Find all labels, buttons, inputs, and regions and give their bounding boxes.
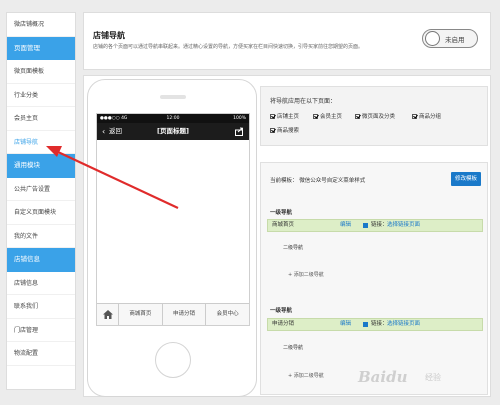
add-submenu-link[interactable]: + 添加二级导航 [288, 271, 324, 278]
select-link-page[interactable]: 选择链接页面 [387, 319, 420, 330]
checkbox-micro-pages[interactable]: 微页面及分类 [355, 112, 395, 120]
sidebar-item-shop-info[interactable]: 店铺信息 [7, 272, 75, 295]
checkbox-label: 店铺主页 [277, 114, 300, 120]
delete-icon[interactable] [363, 322, 368, 327]
toggle-label: 未启用 [445, 36, 465, 44]
checkbox-icon[interactable] [412, 113, 417, 119]
link-label: 链接： [371, 222, 388, 228]
menu-heading: 一级导航 [270, 210, 293, 216]
sidebar-item-ad-settings[interactable]: 公共广告设置 [7, 178, 75, 201]
checkbox-icon[interactable] [270, 127, 275, 133]
edit-link[interactable]: 编辑 [340, 319, 351, 330]
phone-page-title: [页面标题] [157, 127, 189, 135]
checkbox-product-search[interactable]: 商品搜索 [270, 126, 299, 134]
sidebar-section-shop-info[interactable]: 店铺信息 [7, 248, 75, 272]
baidu-watermark-logo: Baidu [358, 368, 408, 386]
toggle-knob [425, 31, 440, 46]
phone-preview: ●●●○○ 4G 12:00 100% ‹ 返回 [页面标题] 商城首页 申请分… [87, 79, 257, 397]
enable-toggle[interactable]: 未启用 [422, 29, 478, 48]
sidebar-item-page-templates[interactable]: 微页面模板 [7, 60, 75, 84]
checkbox-label: 微页面及分类 [362, 114, 396, 120]
checkbox-label: 商品搜索 [277, 128, 300, 134]
submenu-heading: 二级导航 [283, 245, 304, 251]
menu-heading: 一级导航 [270, 308, 293, 314]
home-icon[interactable] [97, 304, 119, 325]
checkbox-label: 商品分组 [419, 114, 442, 120]
checkbox-icon[interactable] [355, 113, 360, 119]
sidebar-section-common-modules[interactable]: 通用模块 [7, 154, 75, 178]
apply-pages-title: 将导航应用在以下页面： [270, 98, 337, 105]
share-icon[interactable] [235, 123, 244, 147]
phone-speaker [160, 95, 186, 99]
checkbox-shop-home[interactable]: 店铺主页 [270, 112, 299, 120]
phone-navbar: ‹ 返回 [页面标题] [97, 123, 249, 140]
delete-icon[interactable] [363, 223, 368, 228]
apply-pages-panel: 将导航应用在以下页面： 店铺主页 会员主页 微页面及分类 商品分组 商品搜索 [260, 86, 488, 146]
phone-bottom-nav: 商城首页 申请分销 会员中心 [97, 303, 249, 325]
modify-template-button[interactable]: 修改模板 [451, 172, 481, 186]
menu-name: 申请分销 [272, 321, 295, 327]
current-template-label: 当前模板： 微信公众号自定义菜单样式 [270, 178, 366, 184]
sidebar: 微店铺概况 页面管理 微页面模板 行业分类 会员主页 店铺导航 通用模块 公共广… [6, 12, 76, 390]
main-panel: ●●●○○ 4G 12:00 100% ‹ 返回 [页面标题] 商城首页 申请分… [83, 75, 491, 397]
page-header: 店铺导航 店铺的各个页面可以通过导航串联起来。通过精心设置的导航，方便买家在栏目… [83, 12, 491, 70]
page-description: 店铺的各个页面可以通过导航串联起来。通过精心设置的导航，方便买家在栏目间快速切换… [93, 44, 364, 50]
submenu-heading: 二级导航 [283, 345, 304, 351]
bottom-nav-item[interactable]: 商城首页 [119, 304, 163, 325]
sidebar-item-stores[interactable]: 门店管理 [7, 319, 75, 342]
phone-screen: ●●●○○ 4G 12:00 100% ‹ 返回 [页面标题] 商城首页 申请分… [96, 113, 250, 326]
link-label: 链接： [371, 321, 388, 327]
select-link-page[interactable]: 选择链接页面 [387, 220, 420, 231]
checkbox-icon[interactable] [313, 113, 318, 119]
sidebar-item-logistics[interactable]: 物流配置 [7, 342, 75, 366]
sidebar-section-page-management[interactable]: 页面管理 [7, 36, 75, 60]
sidebar-item-custom-modules[interactable]: 自定义页面模块 [7, 201, 75, 225]
edit-link[interactable]: 编辑 [340, 220, 351, 231]
sidebar-item-industry[interactable]: 行业分类 [7, 84, 75, 107]
checkbox-member-home[interactable]: 会员主页 [313, 112, 342, 120]
bottom-nav-item[interactable]: 会员中心 [206, 304, 249, 325]
checkbox-icon[interactable] [270, 113, 275, 119]
watermark-subtext: 经验 [425, 373, 441, 382]
add-submenu-link[interactable]: + 添加二级导航 [288, 372, 324, 379]
sidebar-item-contact[interactable]: 联系我们 [7, 295, 75, 319]
sidebar-item-shop-navigation[interactable]: 店铺导航 [7, 131, 75, 154]
status-bar: ●●●○○ 4G 12:00 100% [97, 114, 249, 123]
status-time: 12:00 [166, 116, 180, 121]
menu-editor: 当前模板： 微信公众号自定义菜单样式 修改模板 一级导航 商城首页 编辑 链接：… [260, 162, 488, 395]
battery-indicator: 100% [233, 116, 246, 121]
checkbox-product-groups[interactable]: 商品分组 [412, 112, 441, 120]
menu-row: 申请分销 编辑 链接： 选择链接页面 [267, 318, 483, 331]
sidebar-item-my-files[interactable]: 我的文件 [7, 225, 75, 248]
menu-name: 商城首页 [272, 222, 295, 228]
menu-row: 商城首页 编辑 链接： 选择链接页面 [267, 219, 483, 232]
bottom-nav-item[interactable]: 申请分销 [163, 304, 207, 325]
sidebar-item-member-home[interactable]: 会员主页 [7, 107, 75, 131]
phone-home-button [155, 342, 191, 378]
sidebar-item-overview[interactable]: 微店铺概况 [7, 13, 75, 37]
checkbox-label: 会员主页 [320, 114, 343, 120]
page-title: 店铺导航 [93, 31, 125, 40]
